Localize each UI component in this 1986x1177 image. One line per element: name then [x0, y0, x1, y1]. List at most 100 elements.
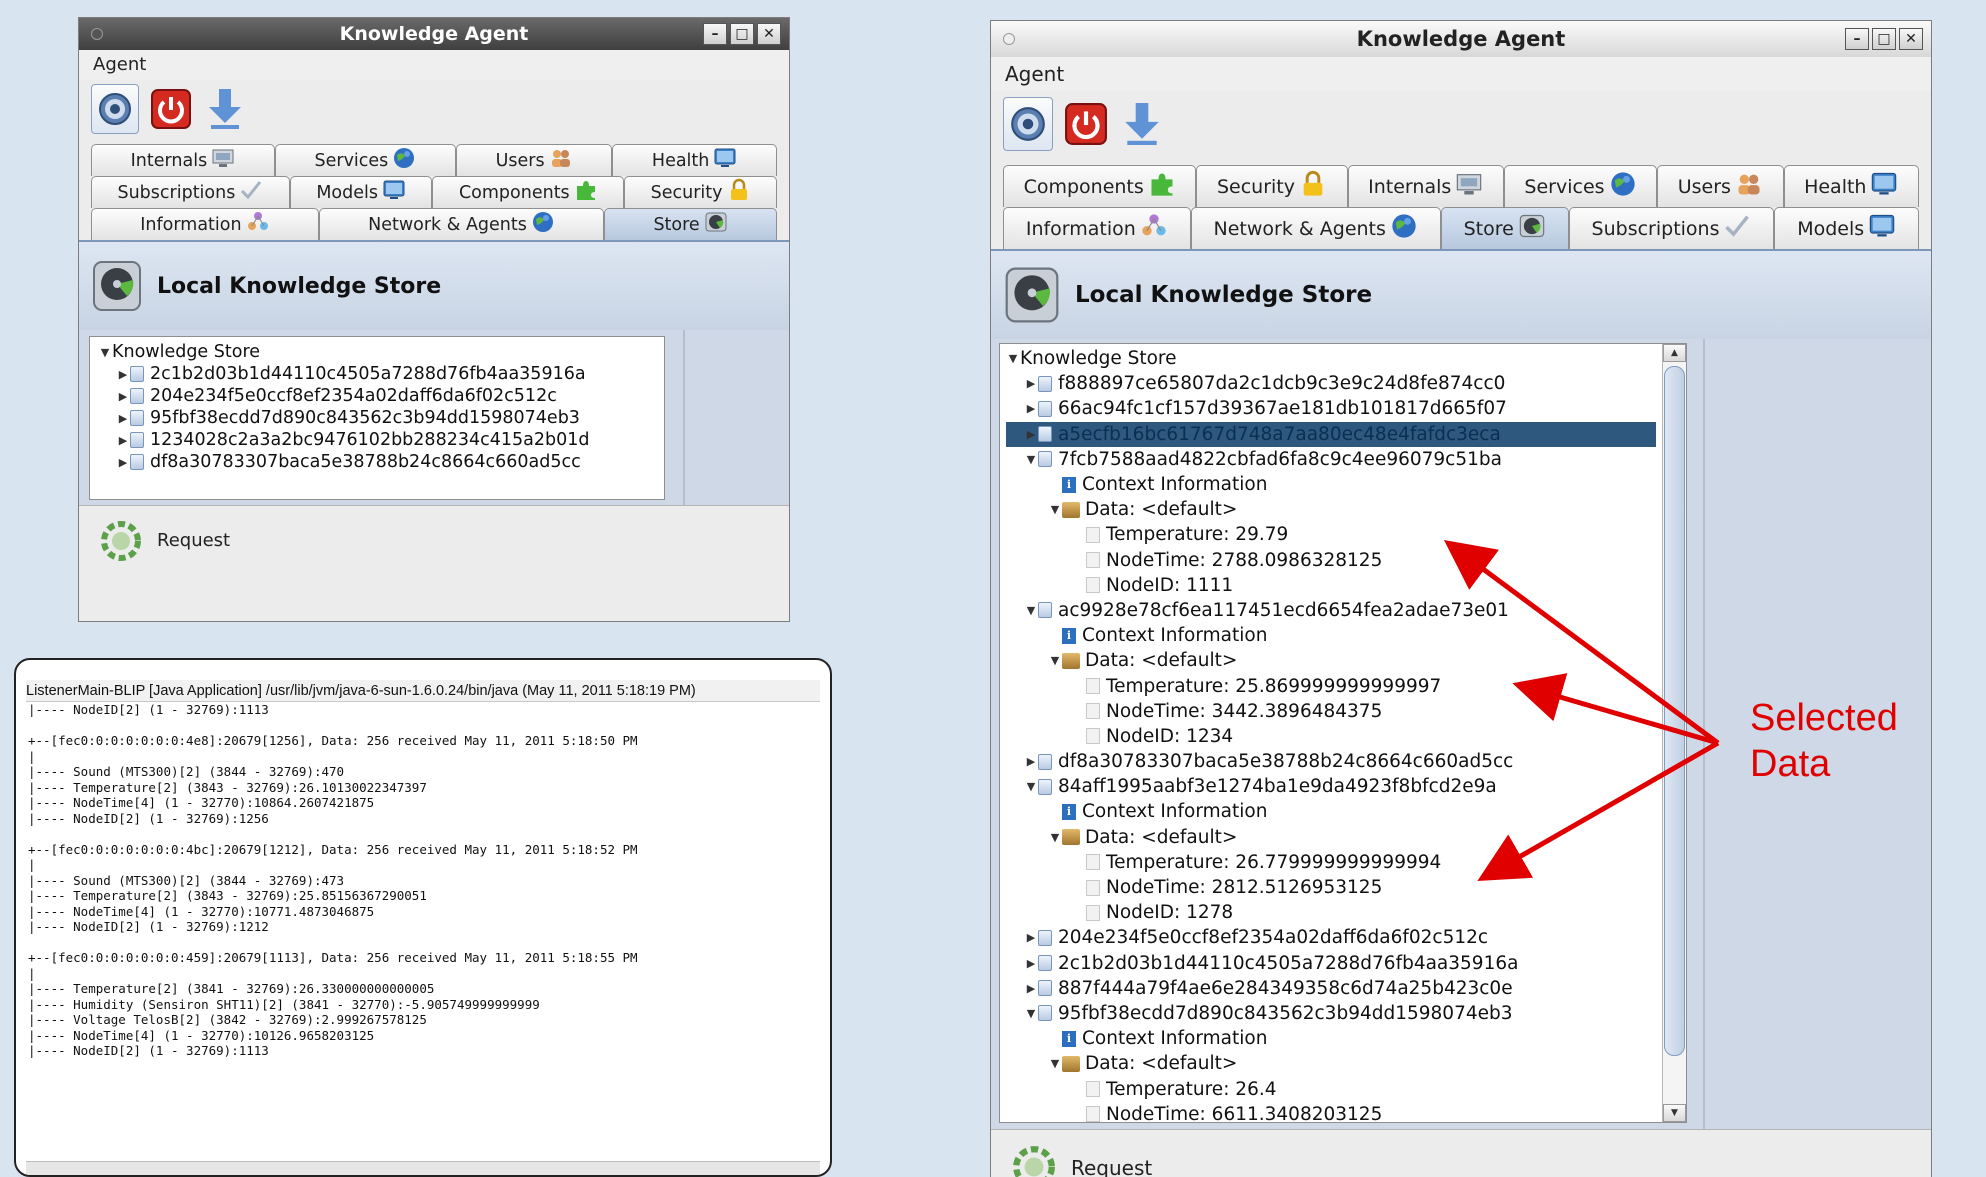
tab-models[interactable]: Models — [1774, 207, 1919, 249]
tab-security[interactable]: Security — [624, 176, 777, 208]
stop-button[interactable] — [149, 87, 193, 131]
tree-item[interactable]: ▶ df8a30783307baca5e38788b24c8664c660ad5c… — [98, 451, 664, 473]
expand-triangle-icon[interactable]: ▼ — [1024, 604, 1038, 617]
tree-item[interactable]: Temperature: 26.779999999999994 — [1006, 850, 1686, 875]
tree-item[interactable]: ▶ df8a30783307baca5e38788b24c8664c660ad5c… — [1006, 749, 1686, 774]
window-menu-icon[interactable] — [1003, 33, 1015, 45]
expand-triangle-icon[interactable]: ▼ — [1024, 453, 1038, 466]
download-button[interactable] — [203, 87, 247, 131]
tab-health[interactable]: Health — [612, 144, 778, 176]
stop-button[interactable] — [1063, 101, 1109, 147]
tab-security[interactable]: Security — [1196, 165, 1348, 207]
tab-health[interactable]: Health — [1783, 165, 1920, 207]
menu-agent[interactable]: Agent — [93, 54, 146, 75]
tab-users[interactable]: Users — [1657, 165, 1784, 207]
tab-network-agents[interactable]: Network & Agents — [318, 208, 605, 240]
tree-item[interactable]: ▼ Data: <default> — [1006, 825, 1686, 850]
tab-models[interactable]: Models — [289, 176, 433, 208]
maximize-button[interactable]: □ — [1872, 28, 1896, 50]
console-horizontal-scrollbar[interactable] — [26, 1161, 820, 1175]
tab-internals[interactable]: Internals — [91, 144, 275, 176]
tree-item[interactable]: i Context Information — [1006, 1026, 1686, 1051]
expand-triangle-icon[interactable]: ▼ — [1024, 1007, 1038, 1020]
tree-item-selected[interactable]: ▶ a5ecfb16bc61767d748a7aa80ec48e4fafdc3ec… — [1006, 421, 1656, 447]
collapsed-triangle-icon[interactable]: ▶ — [116, 412, 130, 425]
collapsed-triangle-icon[interactable]: ▶ — [1024, 402, 1038, 415]
expand-triangle-icon[interactable]: ▼ — [1048, 503, 1062, 516]
collapsed-triangle-icon[interactable]: ▶ — [116, 368, 130, 381]
collapsed-triangle-icon[interactable]: ▶ — [1024, 377, 1038, 390]
tree-item[interactable]: ▶ 204e234f5e0ccf8ef2354a02daff6da6f02c512… — [98, 385, 664, 407]
tab-subscriptions[interactable]: Subscriptions — [91, 176, 290, 208]
tree-item[interactable]: ▼ ac9928e78cf6ea117451ecd6654fea2adae73e0… — [1006, 598, 1686, 623]
tree-item[interactable]: ▼ 84aff1995aabf3e1274ba1e9da4923f8bfcd2e9… — [1006, 774, 1686, 799]
tree-item[interactable]: ▶ f888897ce65807da2c1dcb9c3e9c24d8fe874cc… — [1006, 371, 1686, 396]
collapsed-triangle-icon[interactable]: ▶ — [116, 456, 130, 469]
tree-item[interactable]: ▶ 204e234f5e0ccf8ef2354a02daff6da6f02c512… — [1006, 925, 1686, 950]
tree-item[interactable]: NodeTime: 3442.3896484375 — [1006, 699, 1686, 724]
tab-network-agents[interactable]: Network & Agents — [1190, 207, 1441, 249]
tree-item[interactable]: ▶ 66ac94fc1cf157d39367ae181db101817d665f0… — [1006, 396, 1686, 421]
expand-triangle-icon[interactable]: ▼ — [1048, 831, 1062, 844]
scroll-down-arrow-icon[interactable]: ▼ — [1663, 1104, 1686, 1122]
tab-internals[interactable]: Internals — [1347, 165, 1504, 207]
right-knowledge-tree[interactable]: ▼ Knowledge Store ▶ f888897ce65807da2c1dc… — [999, 343, 1687, 1123]
expand-triangle-icon[interactable]: ▼ — [98, 346, 112, 359]
tree-item[interactable]: i Context Information — [1006, 623, 1686, 648]
tree-item[interactable]: NodeID: 1111 — [1006, 573, 1686, 598]
tab-components[interactable]: Components — [432, 176, 625, 208]
tab-components[interactable]: Components — [1003, 165, 1197, 207]
right-tree-vertical-scrollbar[interactable]: ▲ ▼ — [1662, 344, 1686, 1122]
tree-item[interactable]: ▶ 95fbf38ecdd7d890c843562c3b94dd1598074eb… — [98, 407, 664, 429]
close-button[interactable]: ✕ — [757, 23, 781, 45]
collapsed-triangle-icon[interactable]: ▶ — [1024, 982, 1038, 995]
tree-item[interactable]: ▼ Data: <default> — [1006, 1051, 1686, 1076]
expand-triangle-icon[interactable]: ▼ — [1048, 654, 1062, 667]
maximize-button[interactable]: □ — [730, 23, 754, 45]
expand-triangle-icon[interactable]: ▼ — [1006, 352, 1020, 365]
tab-information[interactable]: Information — [1003, 207, 1191, 249]
tree-item[interactable]: Temperature: 25.869999999999997 — [1006, 673, 1686, 698]
tab-subscriptions[interactable]: Subscriptions — [1568, 207, 1775, 249]
tree-item[interactable]: ▶ 887f444a79f4ae6e284349358c6d74a25b423c0… — [1006, 976, 1686, 1001]
tree-item[interactable]: ▼ Data: <default> — [1006, 648, 1686, 673]
tab-services[interactable]: Services — [1503, 165, 1658, 207]
tab-information[interactable]: Information — [91, 208, 319, 240]
tree-item[interactable]: ▶ 1234028c2a3a2bc9476102bb288234c415a2b01… — [98, 429, 664, 451]
left-knowledge-tree[interactable]: ▼ Knowledge Store ▶ 2c1b2d03b1d44110c4505… — [89, 336, 665, 500]
tab-store[interactable]: Store — [1440, 207, 1569, 249]
tree-item[interactable]: Temperature: 29.79 — [1006, 522, 1686, 547]
tree-item[interactable]: ▼ 95fbf38ecdd7d890c843562c3b94dd1598074eb… — [1006, 1001, 1686, 1026]
tab-store[interactable]: Store — [604, 208, 777, 240]
tree-item[interactable]: ▼ 7fcb7588aad4822cbfad6fa8c9c4ee96079c51b… — [1006, 447, 1686, 472]
collapsed-triangle-icon[interactable]: ▶ — [1024, 428, 1038, 441]
tree-item[interactable]: ▶ 2c1b2d03b1d44110c4505a7288d76fb4aa35916… — [98, 363, 664, 385]
tree-item[interactable]: i Context Information — [1006, 472, 1686, 497]
menu-agent[interactable]: Agent — [1005, 62, 1064, 86]
close-button[interactable]: ✕ — [1899, 28, 1923, 50]
window-menu-icon[interactable] — [91, 28, 103, 40]
tab-services[interactable]: Services — [274, 144, 456, 176]
tree-item[interactable]: Temperature: 26.4 — [1006, 1076, 1686, 1101]
tree-item[interactable]: NodeID: 1278 — [1006, 900, 1686, 925]
tree-item[interactable]: NodeTime: 2788.0986328125 — [1006, 548, 1686, 573]
tree-item[interactable]: ▶ 2c1b2d03b1d44110c4505a7288d76fb4aa35916… — [1006, 951, 1686, 976]
minimize-button[interactable]: – — [703, 23, 727, 45]
expand-triangle-icon[interactable]: ▼ — [1048, 1057, 1062, 1070]
tree-item[interactable]: NodeTime: 6611.3408203125 — [1006, 1102, 1686, 1122]
start-button[interactable] — [1003, 97, 1053, 151]
collapsed-triangle-icon[interactable]: ▶ — [1024, 755, 1038, 768]
download-button[interactable] — [1119, 100, 1165, 148]
collapsed-triangle-icon[interactable]: ▶ — [1024, 931, 1038, 944]
scrollbar-thumb[interactable] — [1664, 366, 1685, 1056]
tree-item[interactable]: NodeTime: 2812.5126953125 — [1006, 875, 1686, 900]
tree-item[interactable]: ▼ Data: <default> — [1006, 497, 1686, 522]
collapsed-triangle-icon[interactable]: ▶ — [116, 434, 130, 447]
tree-root[interactable]: ▼ Knowledge Store — [1006, 346, 1686, 371]
collapsed-triangle-icon[interactable]: ▶ — [1024, 957, 1038, 970]
start-button[interactable] — [91, 84, 139, 134]
tree-root[interactable]: ▼ Knowledge Store — [98, 341, 664, 363]
tree-item[interactable]: i Context Information — [1006, 799, 1686, 824]
collapsed-triangle-icon[interactable]: ▶ — [116, 390, 130, 403]
tree-item[interactable]: NodeID: 1234 — [1006, 724, 1686, 749]
